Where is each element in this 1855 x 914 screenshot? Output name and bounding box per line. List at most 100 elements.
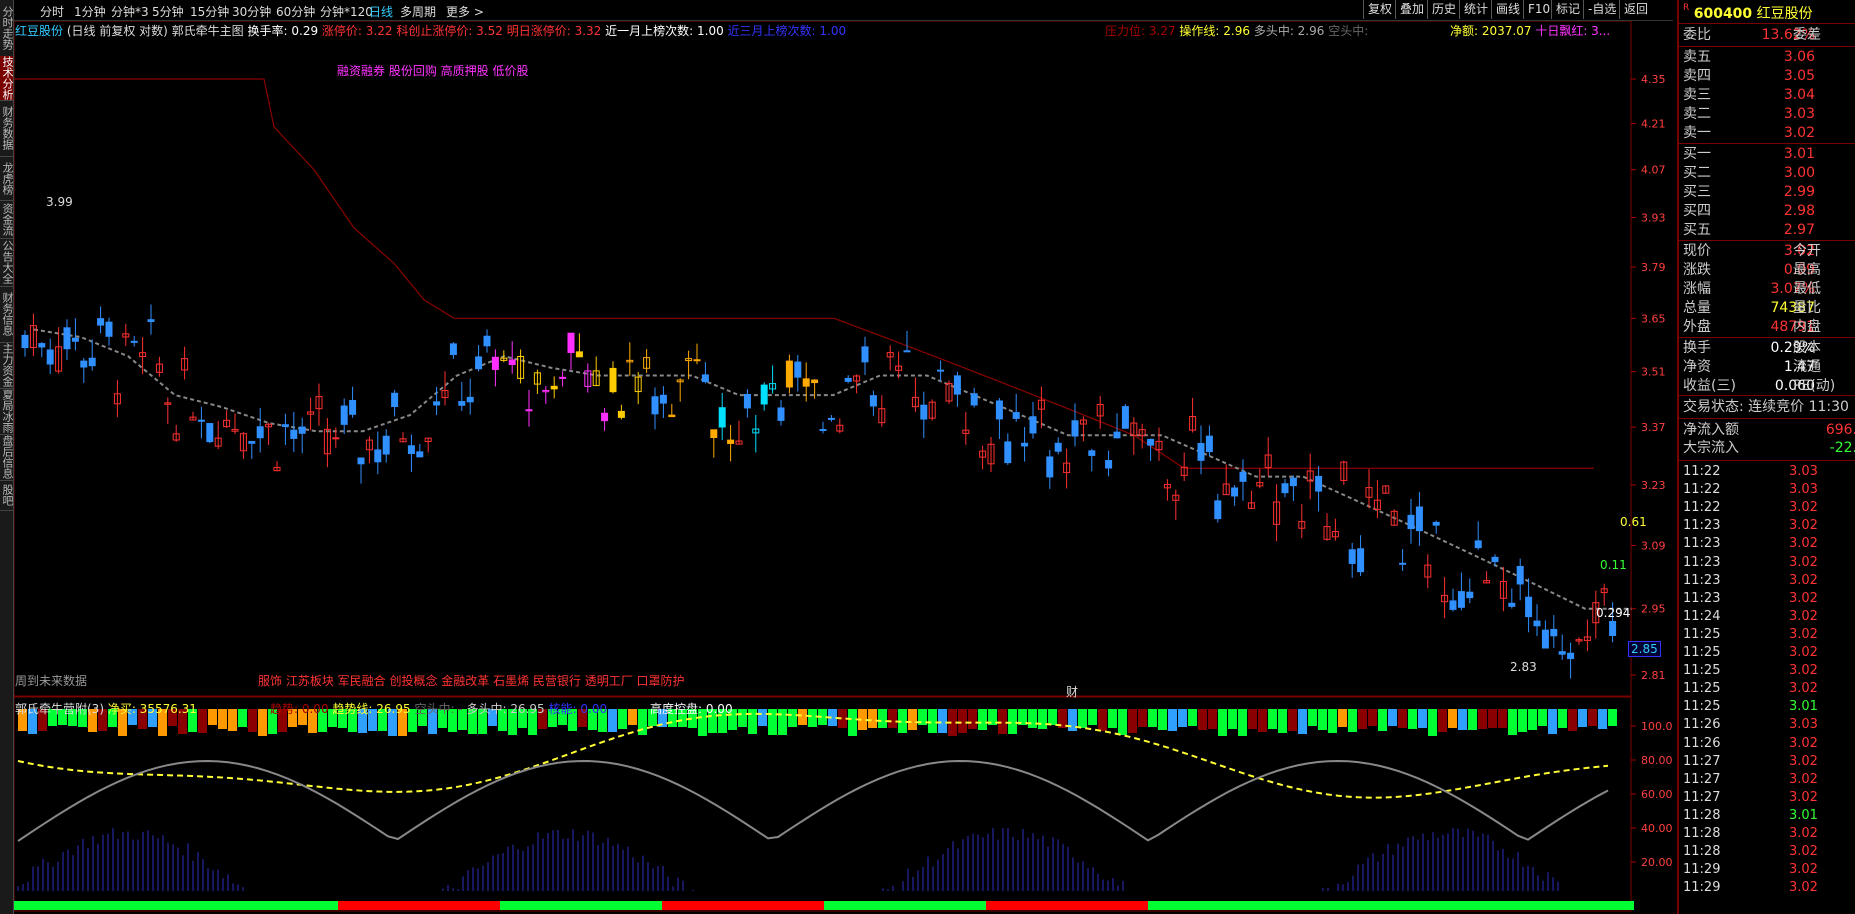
toolbar-button-5[interactable]: F10	[1523, 0, 1554, 19]
bid-value: 2.97	[1783, 222, 1815, 238]
candle-body	[357, 457, 365, 465]
tick-time: 11:24	[1683, 608, 1721, 624]
signal-bar	[1168, 709, 1177, 731]
left-tab-4[interactable]: 资金流	[0, 200, 14, 239]
low-annotation: 2.83	[1510, 660, 1537, 674]
signal-bar	[1258, 709, 1267, 732]
price-axis: 4.35 4.21 4.07 3.93 3.79 3.65 3.51 3.37 3.23 3.09…	[1631, 73, 1673, 869]
ask-row: 卖五 3.06	[1683, 48, 1853, 66]
signal-bar	[868, 709, 877, 728]
signal-bar	[1528, 709, 1537, 730]
candle-body	[458, 401, 466, 406]
period-10[interactable]: 更多 >	[446, 3, 484, 20]
status-strip	[1310, 901, 1472, 910]
candle-body	[508, 359, 516, 366]
toolbar-button-4[interactable]: 画线	[1491, 0, 1524, 19]
tick-time: 11:23	[1683, 590, 1721, 606]
stat-label: 涨跌	[1683, 262, 1711, 278]
candle-body	[1541, 629, 1549, 649]
tick-row: 11:28 3.02	[1683, 825, 1855, 843]
candle-body	[659, 394, 667, 404]
period-3[interactable]: 5分钟	[152, 3, 184, 20]
toolbar-button-6[interactable]: 标记	[1551, 0, 1584, 19]
candle-body	[1348, 549, 1356, 564]
tick-price: 3.02	[1789, 826, 1818, 841]
stat2-row: 换手 0.29% 股本	[1683, 339, 1853, 357]
sub-grey-line	[17, 760, 1609, 842]
period-6[interactable]: 60分钟	[276, 3, 315, 20]
turnover-label: 换手率: 0.29	[247, 24, 319, 38]
sub-indicator-name[interactable]: 郭氏牵牛营附(3)	[15, 702, 104, 716]
left-tab-3[interactable]: 龙虎榜	[0, 156, 14, 201]
axis-label: 4.35	[1641, 73, 1666, 86]
tick-time: 11:25	[1683, 699, 1721, 715]
stat2-label2: 流通	[1793, 359, 1821, 375]
candle-body	[1239, 471, 1247, 482]
cai-marker[interactable]: 财	[1066, 683, 1078, 700]
signal-bar	[908, 709, 917, 730]
bid-label: 买二	[1683, 165, 1711, 181]
toolbar-button-7[interactable]: -自选	[1583, 0, 1620, 19]
left-tab-8[interactable]: 夏局冰雨	[0, 388, 14, 435]
signal-bar	[928, 709, 937, 733]
candle-body	[1004, 441, 1012, 464]
candle-body	[777, 407, 785, 421]
period-7[interactable]: 分钟*120	[320, 3, 373, 20]
signal-bar	[1588, 709, 1597, 726]
toolbar-button-1[interactable]: 叠加	[1395, 0, 1428, 19]
net-info: 净额: 2037.07 十日飘红: 3...	[1450, 22, 1610, 39]
left-tab-6[interactable]: 财务信息	[0, 286, 14, 343]
ask-value: 3.06	[1783, 49, 1815, 65]
tick-price: 3.02	[1789, 645, 1818, 660]
tick-price: 3.02	[1789, 536, 1818, 552]
signal-bar	[1208, 709, 1217, 729]
candle-body	[567, 332, 575, 353]
candle-body	[995, 400, 1003, 420]
sub-axis-label: 60.00	[1641, 788, 1673, 801]
candle-body	[491, 356, 499, 370]
toolbar-button-3[interactable]: 统计	[1459, 0, 1492, 19]
tick-time: 11:27	[1683, 753, 1721, 769]
signal-bar	[1188, 709, 1197, 726]
tick-price: 3.02	[1789, 844, 1818, 860]
left-tab-1[interactable]: 技术分析	[0, 56, 14, 101]
candle-body	[1012, 412, 1020, 419]
indicator-name[interactable]: 郭氏牵牛主图	[172, 24, 244, 38]
ask-label: 卖五	[1683, 49, 1711, 65]
period-4[interactable]: 15分钟	[190, 3, 229, 20]
period-5[interactable]: 30分钟	[232, 3, 271, 20]
toolbar-button-0[interactable]: 复权	[1363, 0, 1396, 19]
toolbar-button-8[interactable]: 返回	[1619, 0, 1652, 19]
stat-label: 外盘	[1683, 319, 1711, 335]
left-tab-10[interactable]: 股吧	[0, 480, 14, 511]
period-0[interactable]: 分时	[40, 3, 64, 20]
sub-header: 郭氏牵牛营附(3) 净买: 35576.31	[15, 700, 197, 717]
star-limit-label: 科创止涨停价: 3.52	[396, 24, 503, 38]
signal-bar	[778, 709, 787, 735]
signal-bar	[208, 709, 217, 725]
signal-bar	[1508, 709, 1517, 735]
period-1[interactable]: 1分钟	[74, 3, 106, 20]
period-8[interactable]: 日线	[369, 3, 393, 20]
ask-value: 3.05	[1783, 68, 1815, 84]
toolbar-button-2[interactable]: 历史	[1427, 0, 1460, 19]
left-tab-7[interactable]: 主力资金	[0, 342, 14, 389]
period-2[interactable]: 分钟*3	[111, 3, 149, 20]
signal-bar	[1458, 709, 1467, 730]
signal-bar	[1198, 709, 1207, 730]
left-tab-0[interactable]: 分时走势	[0, 0, 14, 57]
axis-label: 2.95	[1641, 603, 1666, 616]
candle-body	[1071, 420, 1079, 437]
period-9[interactable]: 多周期	[400, 3, 436, 20]
tick-price: 3.02	[1789, 735, 1818, 751]
signal-bar	[1478, 709, 1487, 729]
signal-bar	[998, 709, 1007, 734]
left-tab-5[interactable]: 公告大全	[0, 238, 14, 287]
kline-chart[interactable]: 4.35 4.21 4.07 3.93 3.79 3.65 3.51 3.37 3.23 3.09…	[14, 21, 1676, 913]
candle-body	[1558, 651, 1566, 655]
left-tab-2[interactable]: 财务数据	[0, 100, 14, 157]
signal-bar	[978, 709, 987, 730]
candle-body	[1415, 506, 1423, 532]
left-tab-9[interactable]: 盘后信息	[0, 434, 14, 481]
tick-time: 11:23	[1683, 572, 1721, 588]
